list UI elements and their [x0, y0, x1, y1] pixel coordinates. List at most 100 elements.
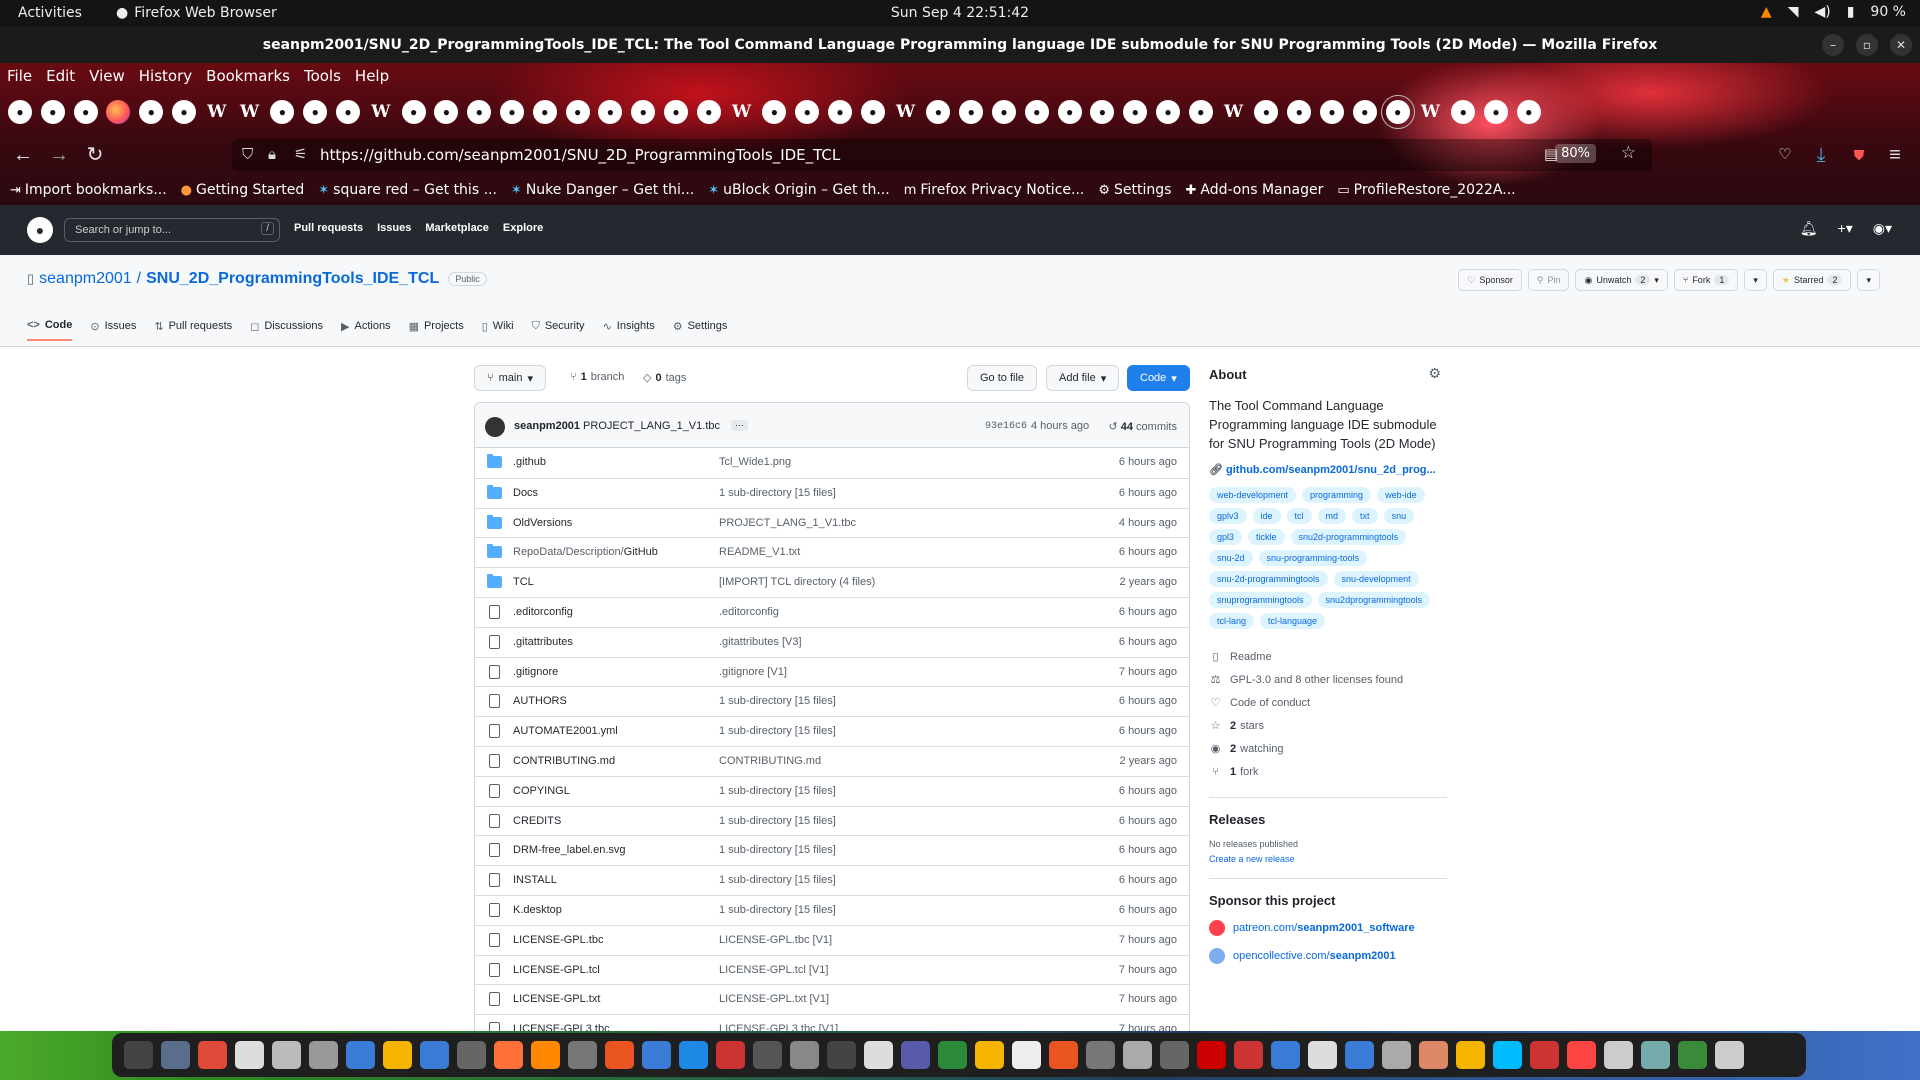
fork-button[interactable]: ⑂ Fork 1	[1673, 269, 1739, 291]
bookmark-item[interactable]: ▭ ProfileRestore_2022A...	[1337, 182, 1515, 198]
commit-message-link[interactable]: Tcl_Wide1.png	[719, 456, 791, 468]
file-row[interactable]: CREDITS 1 sub-directory [15 files] 6 hours…	[475, 805, 1189, 836]
github-tab-icon[interactable]: ●	[1484, 100, 1508, 124]
volume-icon[interactable]: ◀)	[1814, 4, 1830, 20]
commit-message-link[interactable]: [IMPORT] TCL directory (4 files)	[719, 576, 875, 588]
github-tab-icon[interactable]: ●	[598, 100, 623, 124]
commit-message-link[interactable]: 1 sub-directory [15 files]	[719, 874, 836, 886]
github-tab-icon[interactable]: ●	[1156, 100, 1180, 124]
file-name[interactable]: CREDITS	[513, 815, 561, 827]
tab-security[interactable]: ⛉ Security	[532, 319, 585, 341]
dock-app-icon[interactable]	[1604, 1041, 1633, 1069]
file-name[interactable]: .gitattributes	[513, 636, 573, 648]
dock-app-icon[interactable]	[1715, 1041, 1744, 1069]
dock-app-icon[interactable]	[1271, 1041, 1300, 1069]
gear-icon[interactable]: ⚙	[1428, 365, 1441, 382]
dock-app-icon[interactable]	[1493, 1041, 1522, 1069]
wikipedia-tab-icon[interactable]: W	[205, 100, 229, 124]
menu-help[interactable]: Help	[348, 63, 396, 91]
file-row[interactable]: .gitattributes .gitattributes [V3] 6 hours…	[475, 626, 1189, 657]
dock-app-icon[interactable]	[716, 1041, 745, 1069]
topic-tag[interactable]: tickle	[1248, 529, 1285, 545]
dock-app-icon[interactable]	[531, 1041, 560, 1069]
menu-view[interactable]: View	[82, 63, 132, 91]
firefox-tab-icon[interactable]	[106, 100, 131, 124]
lock-icon[interactable]: 🔒︎	[268, 145, 276, 163]
create-new-icon[interactable]: +▾	[1838, 220, 1853, 237]
avatar[interactable]	[485, 417, 505, 437]
file-row[interactable]: AUTOMATE2001.yml 1 sub-directory [15 file…	[475, 716, 1189, 746]
dock-app-icon[interactable]	[1530, 1041, 1559, 1069]
github-tab-icon[interactable]: ●	[860, 100, 885, 124]
commit-sha[interactable]: 93e16c6	[985, 421, 1027, 432]
github-tab-icon[interactable]: ●	[565, 100, 590, 124]
wikipedia-tab-icon[interactable]: W	[238, 100, 262, 124]
topic-tag[interactable]: programming	[1302, 487, 1372, 503]
dock-app-icon[interactable]	[1234, 1041, 1263, 1069]
github-tab-icon[interactable]: ●	[139, 100, 164, 124]
nav-explore[interactable]: Explore	[503, 222, 543, 234]
file-name[interactable]: TCL	[513, 576, 534, 588]
file-row[interactable]: DRM-free_label.en.svg 1 sub-directory [15…	[475, 835, 1189, 865]
file-row[interactable]: CONTRIBUTING.md CONTRIBUTING.md 2 years ag…	[475, 745, 1189, 776]
topic-tag[interactable]: gplv3	[1209, 508, 1247, 524]
fork-dropdown-button[interactable]: ▾	[1744, 269, 1767, 291]
dock-app-icon[interactable]	[1086, 1041, 1115, 1069]
file-name[interactable]: INSTALL	[513, 874, 557, 886]
pin-button[interactable]: ⚲ Pin	[1527, 269, 1570, 291]
commit-message-link[interactable]: CONTRIBUTING.md	[719, 755, 821, 767]
topic-tag[interactable]: snu-programming-tools	[1258, 550, 1368, 566]
topic-tag[interactable]: web-ide	[1377, 487, 1425, 503]
commit-message-link[interactable]: 1 sub-directory [15 files]	[719, 844, 836, 856]
file-name[interactable]: DRM-free_label.en.svg	[513, 844, 626, 856]
tab-insights[interactable]: ∿ Insights	[603, 319, 655, 341]
expand-commit-button[interactable]: ···	[731, 420, 748, 431]
stat-item[interactable]: ▯ Readme	[1209, 645, 1447, 668]
commit-message-link[interactable]: README_V1.txt	[719, 546, 800, 558]
notifications-icon[interactable]: 🔔︎	[1800, 220, 1818, 237]
dock-app-icon[interactable]	[272, 1041, 301, 1069]
menu-edit[interactable]: Edit	[39, 63, 82, 91]
dock-app-icon[interactable]	[753, 1041, 782, 1069]
battery-percent[interactable]: 90 %	[1870, 4, 1906, 20]
tab-code[interactable]: <> Code	[27, 319, 73, 341]
dock-app-icon[interactable]	[1382, 1041, 1411, 1069]
commit-message-link[interactable]: 1 sub-directory [15 files]	[719, 785, 836, 797]
active-github-tab-icon[interactable]: ●	[1380, 95, 1415, 129]
commit-author[interactable]: seanpm2001	[514, 420, 580, 432]
github-tab-icon[interactable]: ●	[762, 100, 787, 124]
app-menu[interactable]: ● Firefox Web Browser	[116, 5, 277, 21]
wifi-icon[interactable]: ◥	[1788, 4, 1799, 20]
url-bar[interactable]: ⛉ 🔒︎ ⚟ https://github.com/seanpm2001/SNU…	[232, 139, 1652, 171]
dock-app-icon[interactable]	[901, 1041, 930, 1069]
dock-app-icon[interactable]	[642, 1041, 671, 1069]
bookmark-item[interactable]: ✚ Add-ons Manager	[1185, 182, 1323, 198]
tab-settings[interactable]: ⚙ Settings	[673, 319, 728, 341]
topic-tag[interactable]: snu2d-programmingtools	[1290, 529, 1407, 545]
dock-app-icon[interactable]	[1678, 1041, 1707, 1069]
system-tray[interactable]: ▲ ◥ ◀) ▮ 90 %	[1761, 4, 1906, 20]
dock-app-icon[interactable]	[383, 1041, 412, 1069]
stat-item[interactable]: ◉ 2 watching	[1209, 737, 1447, 760]
website-link[interactable]: 🔗︎ github.com/seanpm2001/snu_2d_prog...	[1209, 463, 1447, 476]
tab-wiki[interactable]: ▯ Wiki	[482, 319, 514, 341]
file-name[interactable]: COPYINGL	[513, 785, 570, 797]
tab-pull-requests[interactable]: ⇅ Pull requests	[154, 319, 232, 341]
menu-tools[interactable]: Tools	[297, 63, 348, 91]
commits-link[interactable]: ↺ 44 commits	[1108, 420, 1177, 433]
dock-app-icon[interactable]	[309, 1041, 338, 1069]
file-row[interactable]: TCL [IMPORT] TCL directory (4 files) 2 yea…	[475, 567, 1189, 597]
dock-app-icon[interactable]	[1641, 1041, 1670, 1069]
file-name[interactable]: LICENSE-GPL3.tbc	[513, 1023, 610, 1031]
topic-tag[interactable]: snu2dprogrammingtools	[1317, 592, 1431, 608]
bookmark-item[interactable]: ● Getting Started	[181, 182, 305, 198]
topic-tag[interactable]: snuprogrammingtools	[1209, 592, 1312, 608]
bookmark-item[interactable]: ✶ uBlock Origin – Get th...	[708, 182, 889, 198]
file-name[interactable]: .gitignore	[513, 666, 558, 678]
wikipedia-tab-icon[interactable]: W	[369, 100, 393, 124]
dock-app-icon[interactable]	[1567, 1041, 1596, 1069]
stat-item[interactable]: ⚖ GPL-3.0 and 8 other licenses found	[1209, 668, 1447, 691]
commit-message-link[interactable]: LICENSE-GPL3.tbc [V1]	[719, 1023, 838, 1031]
topic-tag[interactable]: snu-2d	[1209, 550, 1253, 566]
github-tab-icon[interactable]: ●	[303, 100, 328, 124]
